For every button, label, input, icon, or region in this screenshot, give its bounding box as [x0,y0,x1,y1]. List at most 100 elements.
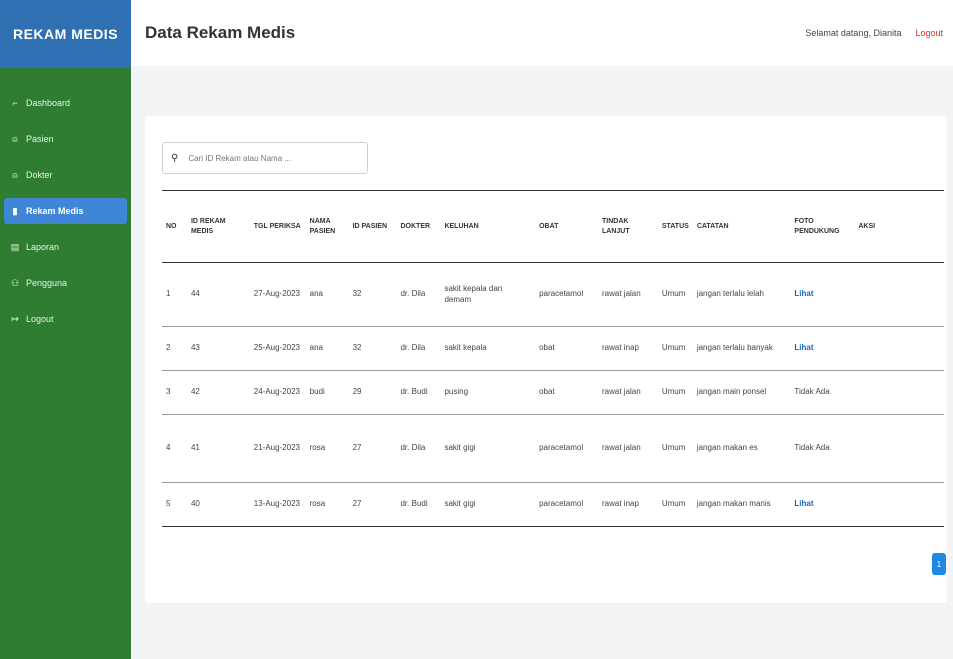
cell-id: 44 [190,289,200,299]
sidebar-item-label: Dokter [26,170,53,180]
cell-foto: Lihat [790,263,854,327]
cell-dokter: dr. Dila [400,343,426,353]
sidebar-item-rekam-medis[interactable]: ▮ Rekam Medis [4,198,127,224]
sidebar-item-dashboard[interactable]: ⌐ Dashboard [4,90,127,116]
cell-foto: Tidak Ada [794,443,830,453]
cell-no: 3 [166,387,171,397]
cell-nama: ana [309,289,323,299]
cell-no: 4 [166,443,171,453]
cell-keluhan: sakit gigi [444,499,476,509]
col-no: NO [166,222,177,230]
sidebar-item-laporan[interactable]: ▤ Laporan [4,234,127,260]
cell-tindak: rawat jalan [602,289,641,299]
sidebar-item-pasien[interactable]: ⍝ Pasien [4,126,127,152]
cell-nama: rosa [309,443,326,453]
sidebar: REKAM MEDIS ⌐ Dashboard ⍝ Pasien ⍝ Dokte… [0,0,131,659]
sidebar-item-logout[interactable]: ↦ Logout [4,306,127,332]
cell-keluhan: sakit kepala dan demam [444,283,503,304]
cell-keluhan: sakit gigi [444,443,476,453]
cell-status: Umum [661,443,686,453]
table-row: 5 40 13-Aug-2023 rosa 27 dr. Budi sakit … [162,482,944,527]
cell-id: 42 [190,387,200,397]
cell-obat: paracetamol [539,443,584,453]
sidebar-item-label: Pasien [26,134,54,144]
cell-nama: budi [309,387,325,397]
cell-tindak: rawat inap [602,499,639,509]
cell-id-pasien: 29 [352,387,362,397]
cell-tindak: rawat jalan [602,387,641,397]
users-icon: ⚇ [10,277,20,288]
sidebar-item-label: Dashboard [26,98,71,108]
cell-id: 40 [190,499,200,509]
search-box[interactable]: ⚲ [162,142,368,174]
cell-dokter: dr. Budi [400,387,428,397]
user-icon: ⍝ [12,169,18,180]
col-nama: NAMA PASIEN [309,218,336,235]
col-id-rekam: ID REKAM MEDIS [190,218,226,235]
cell-id-pasien: 32 [352,289,362,299]
cell-catatan: jangan makan manis [696,499,771,509]
cell-catatan: jangan main ponsel [696,387,767,397]
cell-catatan: jangan terlalu lelah [696,289,764,299]
table-header: NO ID REKAM MEDIS TGL PERIKSA NAMA PASIE… [162,190,944,263]
sidebar-item-label: Laporan [26,242,60,252]
cell-status: Umum [661,387,686,397]
cell-dokter: dr. Dila [400,289,426,299]
main-content: Data Rekam Medis Selamat datang, Dianita… [131,0,953,659]
col-tgl: TGL PERIKSA [253,222,301,230]
logout-link[interactable]: Logout [915,28,943,38]
search-icon: ⚲ [171,152,179,164]
cell-keluhan: sakit kepala [444,343,487,353]
cell-status: Umum [661,289,686,299]
page-title: Data Rekam Medis [145,23,296,42]
cell-dokter: dr. Budi [400,499,428,509]
cell-aksi [854,371,944,415]
col-foto: FOTO PENDUKUNG [794,218,840,235]
cell-id-pasien: 32 [352,343,362,353]
cell-nama: rosa [309,499,326,509]
col-keluhan: KELUHAN [444,222,479,230]
cell-obat: paracetamol [539,499,584,509]
cell-no: 5 [166,499,171,509]
cell-aksi [854,327,944,371]
col-catatan: CATATAN [696,222,729,230]
pagination-page-button[interactable]: 1 [932,553,946,575]
cell-no: 1 [166,289,171,299]
cell-id-pasien: 27 [352,499,362,509]
cell-keluhan: pusing [444,387,469,397]
cell-aksi [854,415,944,483]
cell-tgl: 13-Aug-2023 [253,499,301,509]
col-id-pasien: ID PASIEN [352,222,388,230]
cell-tindak: rawat inap [602,343,639,353]
cell-catatan: jangan makan es [696,443,758,453]
cell-id-pasien: 27 [352,443,362,453]
sidebar-item-pengguna[interactable]: ⚇ Pengguna [4,270,127,296]
top-bar: Data Rekam Medis Selamat datang, Dianita… [131,0,953,66]
sidebar-item-label: Rekam Medis [26,206,84,216]
sidebar-item-dokter[interactable]: ⍝ Dokter [4,162,127,188]
cell-status: Umum [661,499,686,509]
book-icon: ▮ [12,205,18,216]
cell-tindak: rawat jalan [602,443,641,453]
view-photo-link[interactable]: Lihat [794,499,813,508]
cell-obat: obat [539,387,555,397]
sidebar-nav: ⌐ Dashboard ⍝ Pasien ⍝ Dokter ▮ Rekam Me… [0,90,131,332]
app-brand[interactable]: REKAM MEDIS [0,0,131,68]
cell-tgl: 27-Aug-2023 [253,289,301,299]
cell-foto: Tidak Ada [794,387,830,397]
cell-id: 43 [190,343,200,353]
col-aksi: AKSI [858,222,876,230]
chart-icon: ⌐ [12,98,18,108]
search-input[interactable] [188,153,359,163]
table-row: 4 41 21-Aug-2023 rosa 27 dr. Dila sakit … [162,414,944,483]
col-obat: OBAT [539,222,559,230]
view-photo-link[interactable]: Lihat [794,343,813,352]
sidebar-item-label: Pengguna [26,278,68,288]
cell-no: 2 [166,343,171,353]
view-photo-link[interactable]: Lihat [794,289,813,298]
cell-aksi [854,263,944,327]
cell-status: Umum [661,343,686,353]
welcome-text: Selamat datang, Dianita [805,28,902,38]
sidebar-item-label: Logout [26,314,54,324]
cell-dokter: dr. Dila [400,443,426,453]
